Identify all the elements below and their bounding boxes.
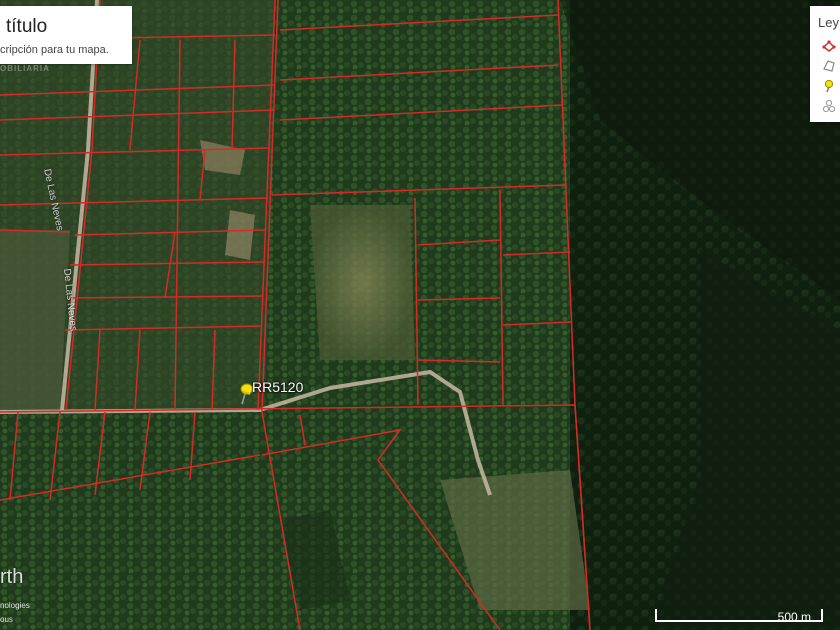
map-title[interactable]: título [6, 16, 47, 38]
map-description[interactable]: cripción para tu mapa. [0, 44, 109, 56]
points-icon[interactable] [822, 99, 836, 113]
polygon-icon[interactable] [822, 59, 836, 73]
pin-icon[interactable] [822, 79, 836, 93]
legend-panel[interactable]: Ley [810, 6, 840, 122]
placemark-label[interactable]: RR5120 [252, 379, 303, 395]
legend-title: Ley [818, 15, 839, 30]
watermark: OBILIARIA [0, 64, 50, 73]
scale-label: 500 m [777, 610, 811, 624]
credit-line: ous [0, 615, 13, 624]
satellite-map[interactable] [0, 0, 840, 630]
scale-bar: 500 m [655, 606, 825, 626]
credit-line: nologies [0, 601, 30, 610]
map-title-panel[interactable]: título cripción para tu mapa. [0, 6, 132, 64]
polygon-set-icon[interactable] [822, 39, 836, 53]
brand-logo: rth [0, 566, 24, 588]
